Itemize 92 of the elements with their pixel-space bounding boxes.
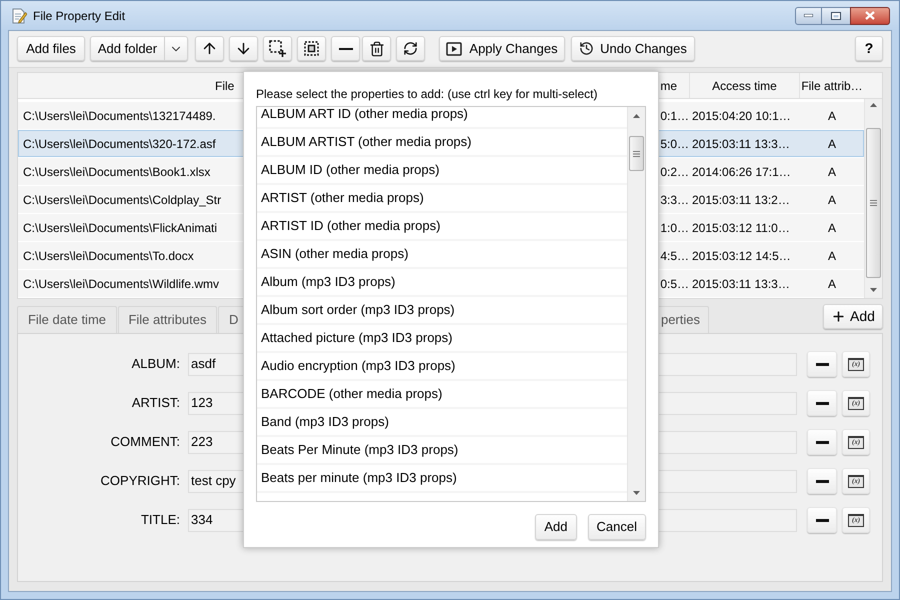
delete-button[interactable] [362,36,391,61]
table-cell-text: C:\Users\lei\Documents\FlickAnimati [22,220,218,236]
table-cell-text: 0:5… [659,276,690,292]
table-cell-text: C:\Users\lei\Documents\Wildlife.wmv [22,276,220,292]
scrollbar-thumb[interactable] [866,128,881,278]
document-pencil-icon [11,8,27,24]
table-cell-text: A [826,220,837,236]
minus-icon [816,362,828,366]
minus-icon [816,440,828,444]
field-label: COPYRIGHT: [100,472,181,490]
add-property-button[interactable]: Add [823,304,883,329]
maximize-button[interactable] [822,6,850,24]
remove-property-button[interactable] [807,390,837,416]
table-cell-text: 2015:03:11 13:3… [691,276,791,292]
grip-icon [870,200,877,206]
remove-button[interactable] [331,36,360,61]
minus-icon [816,480,828,482]
minus-icon [816,402,828,404]
add-button[interactable]: Add [535,514,577,540]
dashed-square-icon [304,41,319,56]
apply-changes-button[interactable]: Apply Changes [439,36,565,61]
table-cell-text: 2015:03:12 14:5… [691,248,792,264]
scroll-down-icon[interactable] [633,491,640,495]
dashed-square-plus-icon [269,40,286,57]
scrollbar[interactable] [864,99,882,298]
scrollbar[interactable] [627,107,645,501]
column-header[interactable]: File attrib… [800,73,864,98]
select-all-button[interactable] [297,36,326,61]
cancel-button[interactable]: Cancel [588,514,646,540]
column-header[interactable]: File [18,73,242,98]
select-region-button[interactable] [263,36,292,61]
scroll-up-icon[interactable] [870,103,877,107]
table-cell-text: 3:3… [659,192,690,208]
table-cell-text: 2015:03:11 13:2… [691,192,791,208]
table-cell-text: A [826,276,837,292]
help-button[interactable]: ? [855,36,883,61]
dialog-prompt: Please select the properties to add: (use ctrl key for multi-select) [256,86,598,103]
tab[interactable]: File attributes [118,306,217,333]
list-item[interactable]: ALBUM ART ID (other media props) [257,107,627,129]
field-label: TITLE: [140,511,181,530]
table-cell-text: C:\Users\lei\Documents\320-172.asf [22,136,217,152]
table-cell-text: 2015:03:11 13:3… [691,136,791,152]
undo-changes-button[interactable]: Undo Changes [571,36,695,61]
history-icon [579,41,594,56]
add-files-button[interactable]: Add files [17,36,85,61]
add-folder-button[interactable]: Add folder [91,37,164,60]
scroll-down-icon[interactable] [870,288,877,292]
move-down-button[interactable] [229,36,258,61]
table-cell-text: A [826,136,837,152]
table-cell-text: C:\Users\lei\Documents\To.docx [22,248,195,264]
table-cell-text: C:\Users\lei\Documents\Book1.xlsx [22,164,212,180]
remove-property-button[interactable] [807,468,837,494]
grip-icon [633,150,640,156]
split-button[interactable]: Add folder [90,36,188,61]
field-label: ALBUM: [130,355,181,374]
close-button[interactable] [850,6,890,24]
plus-icon [831,309,846,324]
table-cell-text: 5:0… [659,136,690,152]
minus-icon [816,518,828,522]
table-cell-text: A [826,248,837,264]
table-cell-text: 2015:03:12 11:0… [691,220,791,236]
field-label: COMMENT: [110,433,181,452]
table-cell-text: C:\Users\lei\Documents\132174489. [22,108,217,124]
play-box-icon [446,42,462,56]
trash-icon [368,40,384,56]
refresh-button[interactable] [396,36,425,61]
field-label: ARTIST: [130,394,181,412]
column-header[interactable]: Access time [690,73,800,98]
minimize-icon [804,14,813,17]
refresh-icon [403,41,418,56]
remove-property-button[interactable] [807,351,837,377]
table-cell-text: 2014:06:26 17:1… [691,164,792,180]
table-cell-text: 0:1… [659,108,690,124]
scrollbar-thumb[interactable] [629,136,644,171]
table-cell-text: 0:2… [659,164,690,180]
tab[interactable]: File date time [17,306,117,333]
table-cell-text: C:\Users\lei\Documents\Coldplay_Str [22,192,222,208]
window-title: File Property Edit [33,8,126,24]
table-cell-text: A [826,164,837,180]
remove-property-button[interactable] [807,429,837,455]
table-cell-text: 4:5… [659,248,690,264]
minus-icon [338,48,352,50]
table-cell-text: A [826,192,837,208]
remove-property-button[interactable] [807,507,837,533]
table-cell-text: 2015:04:20 10:1… [691,108,792,124]
close-icon [865,11,875,20]
scroll-up-icon[interactable] [633,114,640,118]
table-cell-text: A [826,108,837,124]
minimize-button[interactable] [795,6,822,24]
maximize-icon [831,12,841,20]
table-cell-text: 1:0… [659,220,690,236]
move-up-button[interactable] [195,36,224,61]
